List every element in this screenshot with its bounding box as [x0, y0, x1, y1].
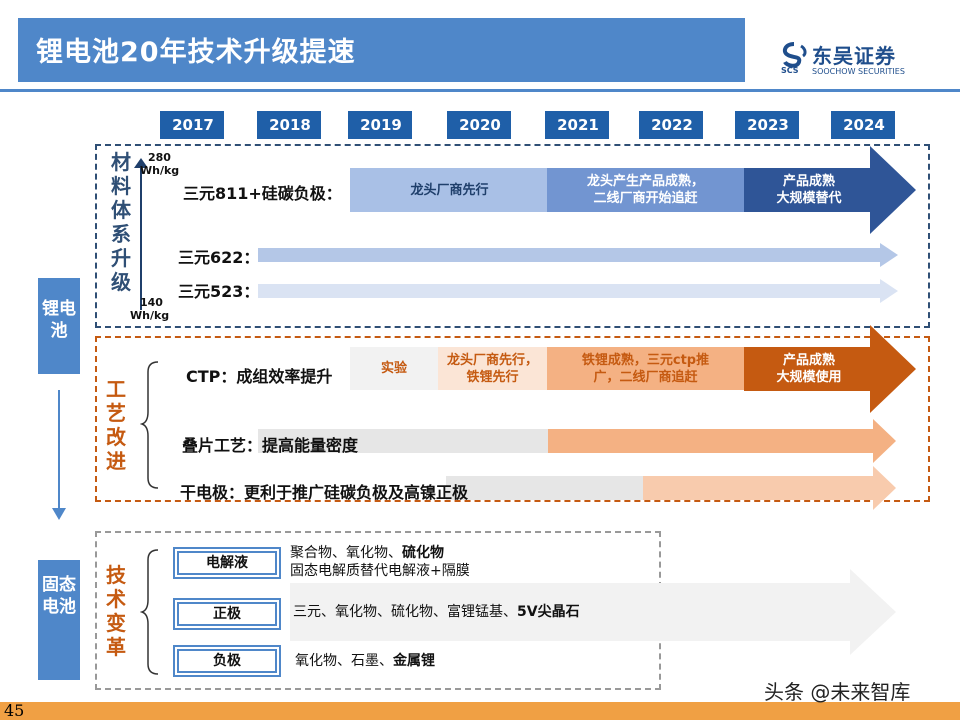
year-2017: 2017	[162, 111, 224, 139]
electrolyte-desc-bold: 硫化物	[402, 545, 444, 561]
electrolyte-desc-plain: 聚合物、氧化物、	[290, 545, 402, 561]
energy-axis-line	[140, 165, 142, 310]
side-label-lithium: 锂电池	[38, 278, 80, 374]
year-2022: 2022	[641, 111, 703, 139]
tech-bracket	[140, 549, 159, 675]
ctp-stage3: 铁锂成熟，三元ctp推 广，二线厂商追赶	[547, 347, 744, 390]
anode-box: 负极	[177, 649, 277, 673]
ncm622-arrow	[258, 243, 898, 267]
year-2024: 2024	[833, 111, 895, 139]
ncm622-label: 三元622：	[178, 248, 260, 267]
side-flow-line	[58, 390, 60, 512]
year-divider	[257, 111, 259, 139]
process-section-label: 工艺改进	[106, 377, 126, 473]
ncm523-arrow	[258, 279, 898, 303]
anode-desc: 氧化物、石墨、金属锂	[295, 652, 435, 670]
ncm811-stage2-line1: 龙头产生产品成熟，	[586, 174, 704, 189]
side-label-solid-state: 固态电池	[38, 560, 80, 680]
dry-electrode-gray-fill	[446, 476, 643, 500]
ncm811-label: 三元811+硅碳负极：	[183, 184, 342, 203]
ctp-stage2-line2: 铁锂先行	[466, 369, 519, 385]
year-2019: 2019	[350, 111, 412, 139]
side-label-lithium-text: 锂电池	[42, 299, 76, 341]
stacking-orange-fill	[548, 419, 896, 463]
ncm811-stage2: 龙头产生产品成熟， 二线厂商开始追赶	[547, 168, 744, 212]
anode-desc-plain: 氧化物、石墨、	[295, 653, 393, 669]
page-title: 锂电池20年技术升级提速	[36, 37, 356, 68]
dry-electrode-orange-fill	[643, 466, 896, 510]
ctp-label: CTP：成组效率提升	[186, 367, 333, 386]
year-divider	[348, 111, 350, 139]
ctp-stage2-line1: 龙头厂商先行，	[446, 352, 538, 368]
electrolyte-box: 电解液	[177, 551, 277, 575]
electrolyte-desc-line2: 固态电解质替代电解液+隔膜	[290, 563, 470, 579]
header-divider	[0, 89, 960, 92]
ctp-stage4: 产品成熟 大规模使用	[744, 347, 874, 390]
energy-axis-top-unit: Wh/kg	[140, 164, 180, 177]
page-number: 45	[4, 701, 25, 720]
ncm811-stage3-line2: 大规模替代	[776, 191, 842, 206]
electrolyte-desc: 聚合物、氧化物、硫化物 固态电解质替代电解液+隔膜	[290, 544, 470, 580]
cathode-box: 正极	[177, 602, 277, 626]
process-bracket	[140, 361, 159, 489]
energy-axis-top-value: 280	[148, 151, 171, 164]
cathode-desc-plain: 三元、氧化物、硫化物、富锂锰基、	[293, 604, 517, 620]
ctp-stage3-line2: 广，二线厂商追赶	[593, 369, 698, 385]
energy-axis-bottom-label: 140 Wh/kg	[130, 296, 169, 322]
year-divider	[160, 111, 162, 139]
ncm811-stage2-line2: 二线厂商开始追赶	[593, 191, 698, 206]
anode-desc-bold: 金属锂	[393, 653, 435, 669]
year-divider	[545, 111, 547, 139]
stacking-label: 叠片工艺：提高能量密度	[182, 436, 359, 455]
year-2020: 2020	[449, 111, 511, 139]
logo-mark-text: SCS	[781, 66, 799, 74]
logo-name-cn: 东吴证券	[812, 44, 896, 68]
year-divider	[831, 111, 833, 139]
ncm523-label: 三元523：	[178, 282, 260, 301]
side-label-solid-state-text: 固态电池	[42, 575, 76, 617]
energy-axis-bottom-unit: Wh/kg	[130, 309, 170, 322]
year-2023: 2023	[737, 111, 799, 139]
ctp-stage3-line1: 铁锂成熟，三元ctp推	[581, 352, 710, 368]
ctp-stage1-text: 实验	[380, 361, 407, 376]
logo-name-en: SOOCHOW SECURITIES	[812, 67, 905, 76]
dry-electrode-label: 干电极：更利于推广硅碳负极及高镍正极	[180, 483, 469, 502]
ctp-stage4-line2: 大规模使用	[776, 369, 842, 385]
year-2018: 2018	[259, 111, 321, 139]
electrolyte-desc-line1: 聚合物、氧化物、硫化物	[290, 544, 470, 562]
cathode-desc: 三元、氧化物、硫化物、富锂锰基、5V尖晶石	[293, 603, 580, 621]
materials-section-label: 材料体系升级	[111, 150, 131, 294]
year-divider	[447, 111, 449, 139]
ncm811-stage1-text: 龙头厂商先行	[410, 182, 489, 198]
energy-axis-top-label: 280 Wh/kg	[140, 151, 179, 177]
ncm811-stage3: 产品成熟 大规模替代	[744, 168, 874, 212]
year-divider	[639, 111, 641, 139]
watermark: 头条 @未来智库	[764, 680, 911, 704]
side-flow-arrow-icon	[52, 508, 66, 520]
year-2021: 2021	[547, 111, 609, 139]
year-divider	[735, 111, 737, 139]
cathode-desc-bold: 5V尖晶石	[517, 604, 580, 620]
energy-axis-bottom-value: 140	[140, 296, 163, 309]
ctp-stage2: 龙头厂商先行， 铁锂先行	[438, 347, 547, 390]
company-logo-icon: SCS	[781, 42, 807, 74]
ncm811-stage3-line1: 产品成熟	[782, 174, 835, 189]
ctp-stage4-line1: 产品成熟	[782, 352, 835, 368]
tech-section-label: 技术变革	[106, 563, 126, 659]
